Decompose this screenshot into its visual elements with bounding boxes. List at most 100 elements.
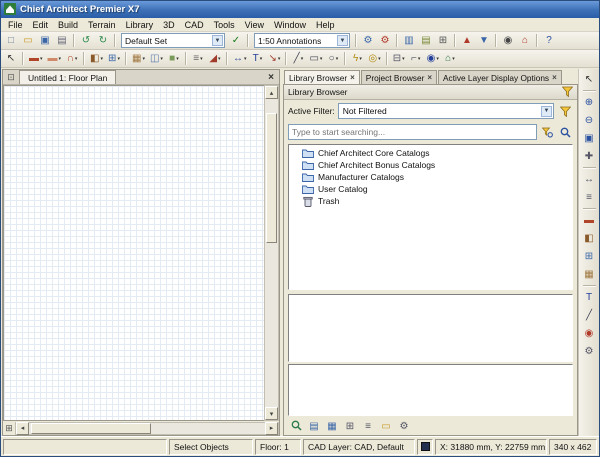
tape-measure-icon[interactable]: ↔ xyxy=(581,171,598,188)
floor-up-icon[interactable]: ▲ xyxy=(459,33,475,48)
dropdown-arrow-icon[interactable]: ▾ xyxy=(436,56,439,62)
print-icon[interactable]: ▤ xyxy=(54,33,70,48)
blue-wrench-icon[interactable]: ⚙ xyxy=(360,33,376,48)
edit-filter-icon[interactable] xyxy=(557,103,573,119)
tab-floor-plan[interactable]: Untitled 1: Floor Plan xyxy=(19,70,117,84)
chevron-down-icon[interactable]: ▼ xyxy=(541,105,552,117)
filter-funnel-icon[interactable] xyxy=(561,86,574,99)
dropdown-arrow-icon[interactable]: ▾ xyxy=(75,56,78,62)
dropdown-arrow-icon[interactable]: ▾ xyxy=(160,56,163,62)
elevation-icon[interactable]: ⌐ ▾ xyxy=(408,51,424,66)
search-filter-icon[interactable] xyxy=(539,124,555,140)
new-plan-icon[interactable]: □ xyxy=(3,33,19,48)
details-pane-icon[interactable]: ▦ xyxy=(324,419,340,434)
tab-project-browser[interactable]: Project Browser × xyxy=(360,70,438,84)
door-icon[interactable]: ◧ ▾ xyxy=(88,51,105,66)
menu-help[interactable]: Help xyxy=(311,19,340,31)
scroll-up-icon[interactable]: ▴ xyxy=(265,86,278,99)
dropdown-arrow-icon[interactable]: ▾ xyxy=(40,56,43,62)
library-browser-icon[interactable]: ▥ xyxy=(401,33,417,48)
zoom-out-icon[interactable]: ⊖ xyxy=(581,112,598,129)
library-tree-item[interactable]: Trash xyxy=(289,195,572,207)
side-select-arrow-icon[interactable]: ↖ xyxy=(581,71,598,88)
menu-3d[interactable]: 3D xyxy=(158,19,180,31)
filter-select[interactable]: Not Filtered ▼ xyxy=(337,103,554,119)
dropdown-arrow-icon[interactable]: ▾ xyxy=(59,56,62,62)
side-wall-icon[interactable]: ▬ xyxy=(581,212,598,229)
scroll-right-icon[interactable]: ▸ xyxy=(265,421,278,435)
float-window-icon[interactable]: ⊡ xyxy=(5,72,17,83)
titlebar[interactable]: Chief Architect Premier X7 xyxy=(1,1,599,18)
dropdown-arrow-icon[interactable]: ▾ xyxy=(418,56,421,62)
close-tab-icon[interactable]: × xyxy=(427,73,432,82)
horizontal-scrollbar-thumb[interactable] xyxy=(31,422,151,434)
side-camera-icon[interactable]: ◉ xyxy=(581,325,598,342)
scroll-down-icon[interactable]: ▾ xyxy=(265,407,278,420)
close-tab-icon[interactable]: × xyxy=(552,73,557,82)
curved-wall-icon[interactable]: ∩ ▾ xyxy=(64,51,80,66)
floor-down-icon[interactable]: ▼ xyxy=(476,33,492,48)
cabinet-icon[interactable]: ▦ ▾ xyxy=(130,51,147,66)
search-icon[interactable] xyxy=(557,124,573,140)
dropdown-arrow-icon[interactable]: ▾ xyxy=(278,56,281,62)
dropdown-arrow-icon[interactable]: ▾ xyxy=(452,56,455,62)
dropdown-arrow-icon[interactable]: ▾ xyxy=(378,56,381,62)
close-doc-icon[interactable]: × xyxy=(265,72,277,83)
open-plan-icon[interactable]: ▭ xyxy=(20,33,36,48)
fill-window-icon[interactable]: ▣ xyxy=(581,130,598,147)
window-icon[interactable]: ⊞ ▾ xyxy=(106,51,122,66)
electrical-icon[interactable]: ϟ ▾ xyxy=(349,51,365,66)
fixture-icon[interactable]: ◫ ▾ xyxy=(148,51,165,66)
cad-box-icon[interactable]: ▭ ▾ xyxy=(307,51,324,66)
dropdown-arrow-icon[interactable]: ▾ xyxy=(244,56,247,62)
menu-build[interactable]: Build xyxy=(53,19,83,31)
annotation-set-select[interactable]: 1:50 Annotations ▼ xyxy=(254,33,350,48)
dropdown-arrow-icon[interactable]: ▾ xyxy=(320,56,323,62)
menu-edit[interactable]: Edit xyxy=(28,19,54,31)
active-defaults-icon[interactable]: ✓ xyxy=(228,33,244,48)
dropdown-arrow-icon[interactable]: ▾ xyxy=(142,56,145,62)
camera-view-icon[interactable]: ◉ ▾ xyxy=(425,51,441,66)
menu-cad[interactable]: CAD xyxy=(180,19,209,31)
red-wrench-icon[interactable]: ⚙ xyxy=(377,33,393,48)
tab-active-layer-display-options[interactable]: Active Layer Display Options × xyxy=(438,70,562,84)
open-catalog-icon[interactable]: ▭ xyxy=(378,419,394,434)
dropdown-arrow-icon[interactable]: ▾ xyxy=(117,56,120,62)
dropdown-arrow-icon[interactable]: ▾ xyxy=(200,56,203,62)
text-icon[interactable]: T ▾ xyxy=(249,51,265,66)
library-settings-icon[interactable]: ⚙ xyxy=(396,419,412,434)
dropdown-arrow-icon[interactable]: ▾ xyxy=(176,56,179,62)
menu-file[interactable]: File xyxy=(3,19,28,31)
scroll-left-icon[interactable]: ◂ xyxy=(16,421,29,435)
menu-window[interactable]: Window xyxy=(269,19,311,31)
horizontal-scrollbar[interactable]: ◂ ▸ xyxy=(15,421,279,435)
select-objects-icon[interactable]: ↖ xyxy=(3,51,19,66)
dropdown-arrow-icon[interactable]: ▾ xyxy=(301,56,304,62)
side-door-icon[interactable]: ◧ xyxy=(581,230,598,247)
vertical-scrollbar-thumb[interactable] xyxy=(266,113,277,243)
cross-section-icon[interactable]: ⊟ ▾ xyxy=(391,51,407,66)
side-cad-icon[interactable]: ╱ xyxy=(581,307,598,324)
pan-icon[interactable]: ✚ xyxy=(581,148,598,165)
tile-view-icon[interactable]: ⊞ xyxy=(342,419,358,434)
dropdown-arrow-icon[interactable]: ▾ xyxy=(100,56,103,62)
side-window-icon[interactable]: ⊞ xyxy=(581,248,598,265)
stairs-icon[interactable]: ≡ ▾ xyxy=(190,51,206,66)
side-text-icon[interactable]: T xyxy=(581,289,598,306)
roof-icon[interactable]: ◢ ▾ xyxy=(207,51,223,66)
preview-pane-icon[interactable]: ▤ xyxy=(306,419,322,434)
light-fixture-icon[interactable]: ◎ ▾ xyxy=(366,51,382,66)
help-icon[interactable]: ? xyxy=(541,33,557,48)
menu-library[interactable]: Library xyxy=(121,19,159,31)
library-tree-item[interactable]: Manufacturer Catalogs xyxy=(289,171,572,183)
library-search-icon[interactable] xyxy=(288,419,304,434)
floor-plan-canvas[interactable] xyxy=(3,85,264,421)
chevron-down-icon[interactable]: ▼ xyxy=(337,35,348,46)
library-tree-item[interactable]: Chief Architect Bonus Catalogs xyxy=(289,159,572,171)
dropdown-arrow-icon[interactable]: ▾ xyxy=(402,56,405,62)
list-view-icon[interactable]: ≡ xyxy=(360,419,376,434)
project-browser-icon[interactable]: ▤ xyxy=(418,33,434,48)
leader-line-icon[interactable]: ↘ ▾ xyxy=(266,51,282,66)
zoom-in-icon[interactable]: ⊕ xyxy=(581,94,598,111)
camera-icon[interactable]: ◉ xyxy=(500,33,516,48)
